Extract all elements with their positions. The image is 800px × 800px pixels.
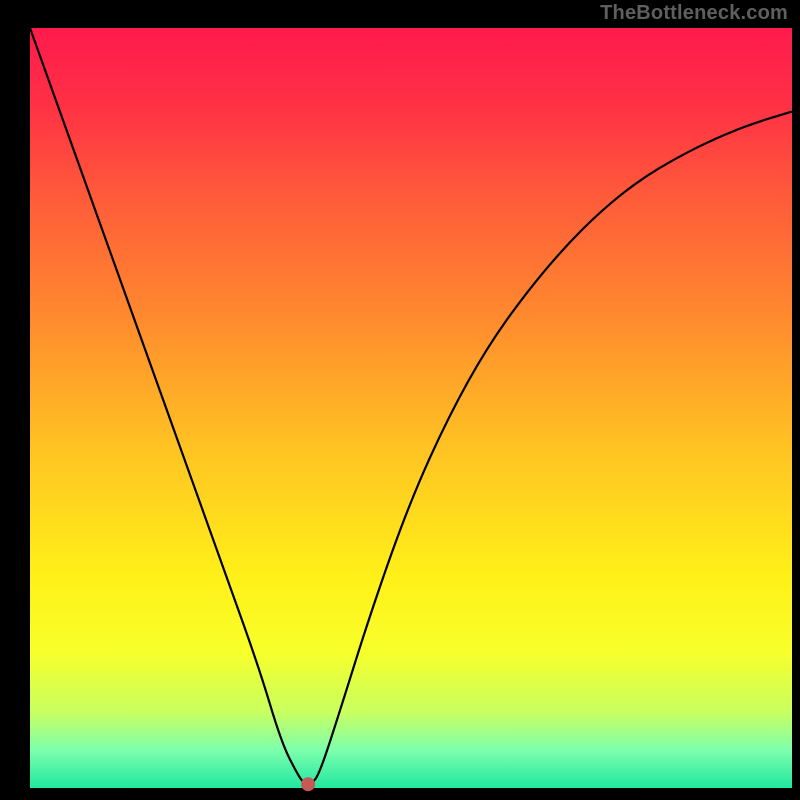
optimal-point-marker <box>301 777 315 791</box>
chart-frame: TheBottleneck.com <box>0 0 800 800</box>
gradient-background <box>30 28 792 788</box>
bottleneck-chart <box>0 0 800 800</box>
